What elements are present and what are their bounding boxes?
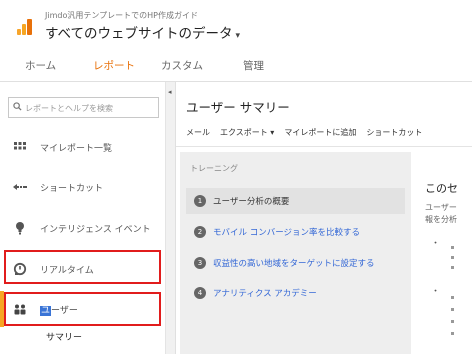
- training-item-1[interactable]: 1 ユーザー分析の概要: [186, 188, 405, 214]
- step-number: 4: [194, 287, 206, 299]
- email-button[interactable]: メール: [186, 128, 210, 137]
- sidebar-collapse-handle[interactable]: ◂: [166, 82, 176, 354]
- tab-home[interactable]: ホーム: [25, 58, 56, 73]
- text-fragment: [451, 320, 454, 323]
- tab-reports[interactable]: レポート: [93, 58, 135, 73]
- text-fragment: [451, 246, 454, 249]
- highlight-box-users: [4, 292, 161, 326]
- content-text: 報を分析: [425, 215, 457, 224]
- shortcut-arrow-icon: [13, 184, 27, 190]
- analytics-logo-icon[interactable]: [17, 19, 33, 35]
- step-number: 1: [194, 195, 206, 207]
- divider: [176, 146, 472, 147]
- collapse-arrow-icon: ◂: [168, 88, 172, 96]
- app-header: Jimdo汎用テンプレートでのHP作成ガイド すべてのウェブサイトのデータ ▾: [0, 0, 472, 46]
- bullet-point: ・: [431, 287, 441, 297]
- content-text: ユーザー: [425, 203, 457, 212]
- highlight-box-realtime: [4, 250, 161, 284]
- sidebar-item-label: インテリジェンス イベント: [40, 225, 151, 235]
- shortcut-button[interactable]: ショートカット: [366, 128, 422, 137]
- property-selector[interactable]: すべてのウェブサイトのデータ ▾: [45, 22, 240, 42]
- top-nav: ホーム レポート カスタム 管理: [0, 46, 472, 82]
- training-panel: トレーニング 1 ユーザー分析の概要 2 モバイル コンバージョン率を比較する …: [180, 152, 411, 354]
- sidebar-item-label: マイレポート一覧: [40, 144, 113, 154]
- grid-icon: [14, 142, 26, 150]
- export-button[interactable]: エクスポート ▾: [220, 128, 274, 137]
- content-title: このセ: [425, 182, 458, 195]
- tab-admin[interactable]: 管理: [243, 58, 264, 73]
- chevron-down-icon: ▾: [235, 31, 241, 41]
- property-name: すべてのウェブサイトのデータ: [45, 26, 233, 42]
- step-number: 3: [194, 257, 206, 269]
- training-item-3[interactable]: 3 収益性の高い地域をターゲットに設定する: [186, 250, 405, 276]
- bullet-point: ・: [431, 239, 441, 249]
- training-item-label: モバイル コンバージョン率を比較する: [213, 228, 361, 238]
- training-item-label: ユーザー分析の概要: [213, 197, 290, 207]
- report-main: ユーザー サマリー メール エクスポート ▾ マイレポートに追加 ショートカット トレ…: [176, 82, 472, 354]
- tab-custom[interactable]: カスタム: [161, 58, 203, 73]
- search-input[interactable]: レポートとヘルプを検索: [8, 97, 159, 118]
- add-to-dashboard-button[interactable]: マイレポートに追加: [284, 128, 356, 137]
- page-title: ユーザー サマリー: [186, 100, 290, 115]
- sidebar: レポートとヘルプを検索 マイレポート一覧 ショートカット インテリジェンス イベ…: [0, 82, 166, 354]
- training-item-label: 収益性の高い地域をターゲットに設定する: [213, 259, 375, 269]
- sidebar-item-intelligence-events[interactable]: インテリジェンス イベント: [0, 210, 166, 246]
- training-item-label: アナリティクス アカデミー: [213, 289, 317, 299]
- text-fragment: [451, 332, 454, 335]
- report-toolbar: メール エクスポート ▾ マイレポートに追加 ショートカット: [186, 127, 432, 138]
- training-heading: トレーニング: [190, 164, 238, 173]
- lightbulb-icon: [16, 222, 24, 235]
- step-number: 2: [194, 226, 206, 238]
- training-item-2[interactable]: 2 モバイル コンバージョン率を比較する: [186, 219, 405, 245]
- sidebar-item-my-reports[interactable]: マイレポート一覧: [0, 129, 166, 165]
- text-fragment: [451, 266, 454, 269]
- search-icon: [13, 102, 22, 111]
- account-name: Jimdo汎用テンプレートでのHP作成ガイド: [45, 11, 198, 20]
- sidebar-item-shortcuts[interactable]: ショートカット: [0, 169, 166, 205]
- training-item-4[interactable]: 4 アナリティクス アカデミー: [186, 280, 405, 306]
- sidebar-subitem-summary[interactable]: サマリー: [46, 330, 82, 343]
- analytics-window: Jimdo汎用テンプレートでのHP作成ガイド すべてのウェブサイトのデータ ▾ ホ…: [0, 0, 472, 354]
- text-fragment: [451, 296, 454, 299]
- sidebar-item-label: ショートカット: [40, 184, 104, 194]
- text-fragment: [451, 308, 454, 311]
- text-fragment: [451, 256, 454, 259]
- training-content: このセ ユーザー 報を分析 ・ ・: [411, 152, 472, 354]
- search-placeholder: レポートとヘルプを検索: [25, 104, 113, 113]
